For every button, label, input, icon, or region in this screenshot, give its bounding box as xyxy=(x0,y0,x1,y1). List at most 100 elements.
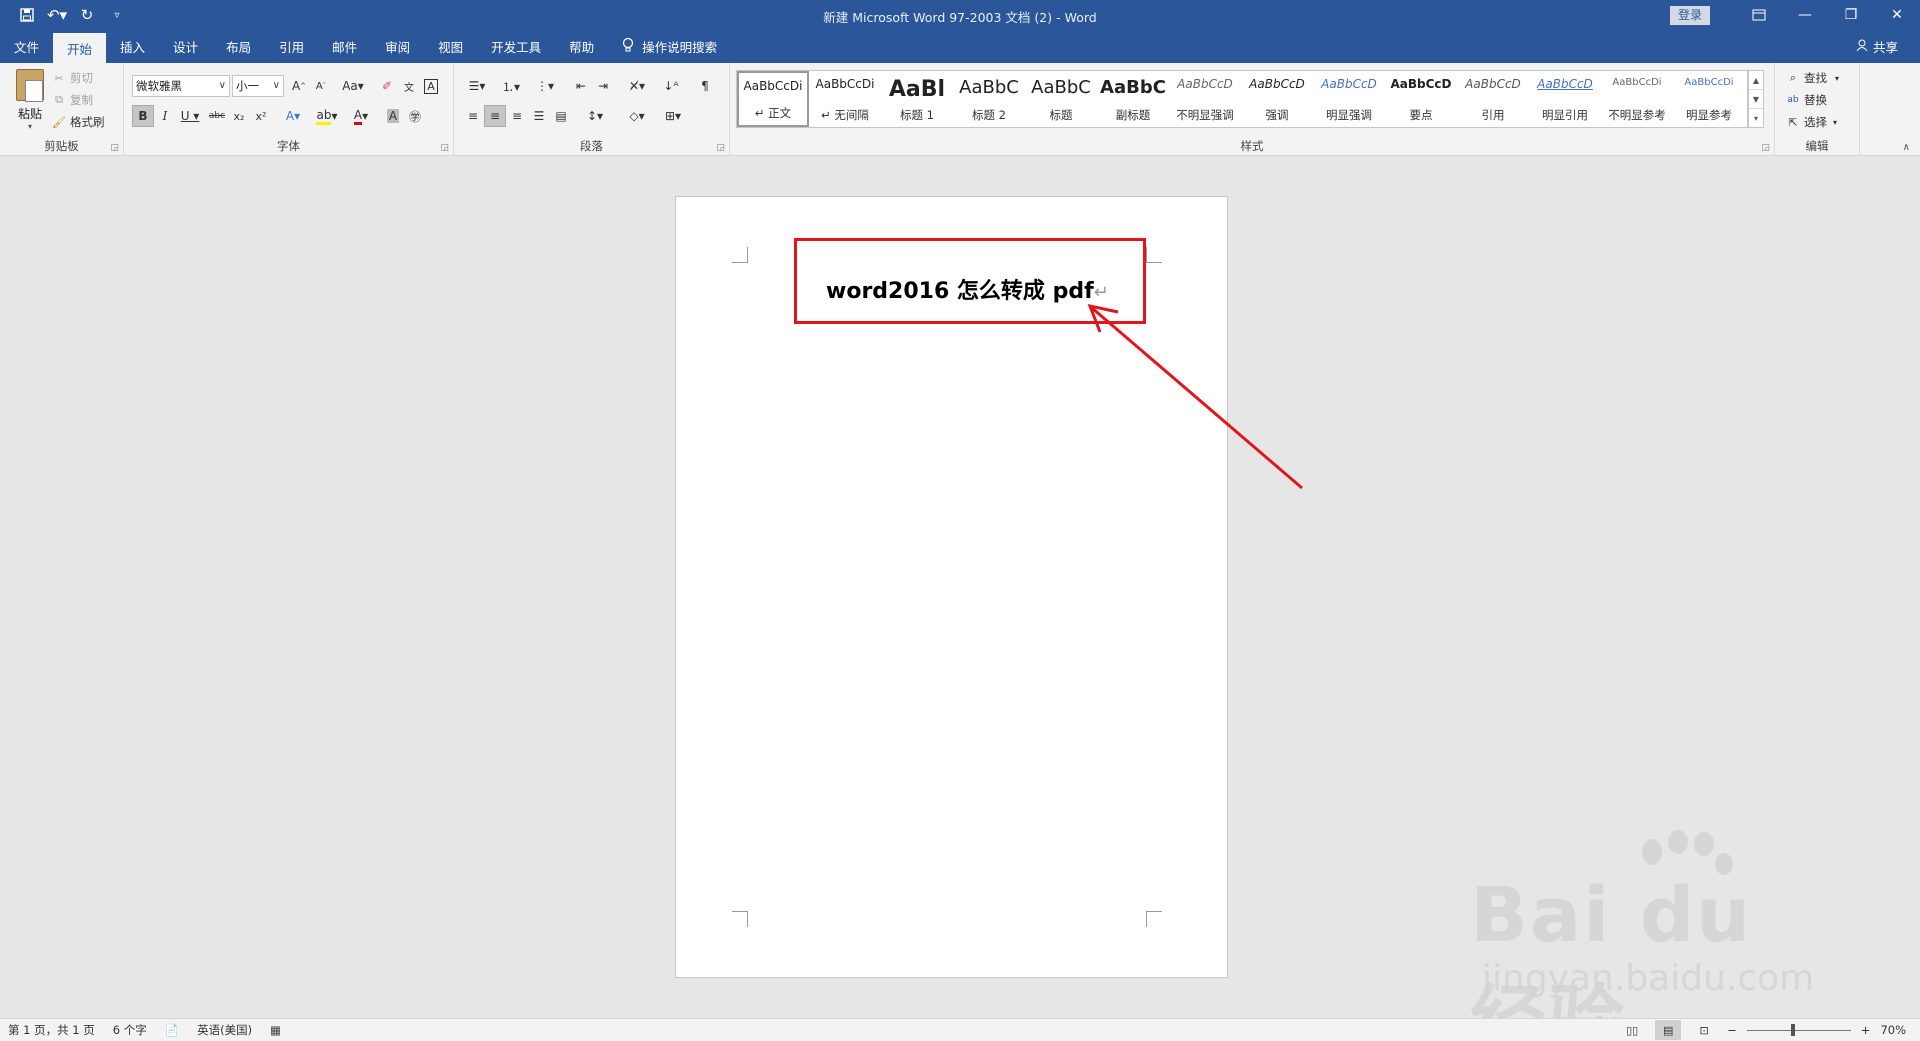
style-intense-quote[interactable]: AaBbCcD 明显引用 xyxy=(1529,71,1601,127)
tab-view[interactable]: 视图 xyxy=(424,30,477,63)
page-count[interactable]: 第 1 页，共 1 页 xyxy=(8,1022,95,1038)
asian-layout-icon[interactable]: ✕̸▾ xyxy=(622,75,652,97)
style-subtitle[interactable]: AaBbC 副标题 xyxy=(1097,71,1169,127)
tab-file[interactable]: 文件 xyxy=(0,30,53,63)
align-center-icon[interactable]: ≡ xyxy=(484,105,506,127)
character-shading-icon[interactable]: A xyxy=(382,105,404,127)
font-color-icon[interactable]: A ▾ xyxy=(346,105,376,127)
style-emphasis[interactable]: AaBbCcD 强调 xyxy=(1241,71,1313,127)
redo-icon[interactable]: ↻ xyxy=(74,2,100,28)
close-icon[interactable]: ✕ xyxy=(1874,0,1920,30)
style-quote[interactable]: AaBbCcD 引用 xyxy=(1457,71,1529,127)
restore-icon[interactable]: ❐ xyxy=(1828,0,1874,30)
web-layout-icon[interactable]: ⊡ xyxy=(1691,1020,1717,1040)
select-button[interactable]: ⇱ 选择 ▾ xyxy=(1786,113,1839,131)
tab-design[interactable]: 设计 xyxy=(159,30,212,63)
cut-button[interactable]: ✂ 剪切 xyxy=(52,69,105,87)
read-mode-icon[interactable]: ▯▯ xyxy=(1619,1020,1645,1040)
paste-button[interactable]: 粘贴 ▾ xyxy=(10,69,50,131)
customize-qat-icon[interactable]: ▿ xyxy=(104,2,130,28)
numbering-icon[interactable]: ⒈▾ xyxy=(496,75,526,97)
paste-dropdown-icon[interactable]: ▾ xyxy=(10,122,50,131)
font-name-combo[interactable]: 微软雅黑 ∨ xyxy=(132,75,230,97)
login-button[interactable]: 登录 xyxy=(1669,5,1710,25)
format-painter-button[interactable]: 🖌 格式刷 xyxy=(52,113,104,131)
zoom-slider-thumb[interactable] xyxy=(1790,1023,1795,1036)
tab-developer[interactable]: 开发工具 xyxy=(477,30,555,63)
strikethrough-button[interactable]: abc xyxy=(206,105,228,127)
style-heading-2[interactable]: AaBbC 标题 2 xyxy=(953,71,1025,127)
print-layout-icon[interactable]: ▤ xyxy=(1655,1020,1682,1040)
shrink-font-icon[interactable]: Aˇ xyxy=(310,75,332,97)
borders-icon[interactable]: ⊞▾ xyxy=(658,105,688,127)
decrease-indent-icon[interactable]: ⇤ xyxy=(570,75,592,97)
style-subtle-reference[interactable]: AaBbCcDi 不明显参考 xyxy=(1601,71,1673,127)
save-icon[interactable] xyxy=(14,2,40,28)
show-formatting-icon[interactable]: ¶ xyxy=(694,75,716,97)
text-effects-icon[interactable]: A▾ xyxy=(278,105,308,127)
change-case-icon[interactable]: Aa▾ xyxy=(338,75,368,97)
collapse-ribbon-icon[interactable]: ∧ xyxy=(1903,142,1910,153)
replace-button[interactable]: ab 替换 xyxy=(1786,91,1839,109)
language-indicator[interactable]: 英语(美国) xyxy=(197,1022,252,1038)
zoom-slider[interactable] xyxy=(1746,1023,1851,1036)
tab-layout[interactable]: 布局 xyxy=(212,30,265,63)
distributed-icon[interactable]: ▤ xyxy=(550,105,572,127)
bullets-icon[interactable]: ☰▾ xyxy=(462,75,492,97)
increase-indent-icon[interactable]: ⇥ xyxy=(592,75,614,97)
sort-icon[interactable]: ↓ᴬ xyxy=(660,75,682,97)
tab-help[interactable]: 帮助 xyxy=(555,30,608,63)
clear-formatting-icon[interactable]: ✐ xyxy=(376,75,398,97)
copy-button[interactable]: ⧉ 复制 xyxy=(52,91,105,109)
style-strong[interactable]: AaBbCcD 要点 xyxy=(1385,71,1457,127)
line-spacing-icon[interactable]: ↕▾ xyxy=(580,105,610,127)
shading-icon[interactable]: ◇▾ xyxy=(622,105,652,127)
tell-me-search[interactable]: 操作说明搜索 xyxy=(608,30,717,63)
font-size-combo[interactable]: 小一 ∨ xyxy=(232,75,284,97)
multilevel-list-icon[interactable]: ⋮▾ xyxy=(530,75,560,97)
justify-icon[interactable]: ☰ xyxy=(528,105,550,127)
zoom-level[interactable]: 70% xyxy=(1880,1023,1906,1037)
share-button[interactable]: 共享 xyxy=(1856,30,1898,63)
style-title[interactable]: AaBbC 标题 xyxy=(1025,71,1097,127)
highlight-color-icon[interactable]: ab ▾ xyxy=(312,105,342,127)
grow-font-icon[interactable]: A ^ xyxy=(288,75,310,97)
superscript-button[interactable]: x² xyxy=(250,105,272,127)
find-button[interactable]: ⌕ 查找 ▾ xyxy=(1786,69,1839,87)
style-subtle-emphasis[interactable]: AaBbCcD 不明显强调 xyxy=(1169,71,1241,127)
align-left-icon[interactable]: ≡ xyxy=(462,105,484,127)
style-intense-reference[interactable]: AaBbCcDi 明显参考 xyxy=(1673,71,1745,127)
italic-button[interactable]: I xyxy=(154,105,176,127)
paragraph-launcher-icon[interactable]: ◲ xyxy=(716,143,725,153)
tab-home[interactable]: 开始 xyxy=(53,33,107,63)
tab-insert[interactable]: 插入 xyxy=(106,30,159,63)
tab-review[interactable]: 审阅 xyxy=(371,30,424,63)
ribbon-display-options-icon[interactable] xyxy=(1736,0,1782,30)
character-border-icon[interactable]: A xyxy=(420,75,442,97)
font-launcher-icon[interactable]: ◲ xyxy=(440,143,449,153)
tab-references[interactable]: 引用 xyxy=(265,30,318,63)
macro-icon[interactable]: ▦ xyxy=(270,1023,281,1037)
enclose-characters-icon[interactable]: ㊫ xyxy=(404,105,426,127)
tab-mailings[interactable]: 邮件 xyxy=(318,30,371,63)
zoom-out-button[interactable]: − xyxy=(1727,1023,1737,1037)
zoom-in-button[interactable]: + xyxy=(1861,1023,1871,1037)
gallery-more-icon[interactable]: ▾ xyxy=(1749,109,1763,127)
styles-launcher-icon[interactable]: ◲ xyxy=(1761,143,1770,153)
minimize-icon[interactable]: — xyxy=(1782,0,1828,30)
word-count[interactable]: 6 个字 xyxy=(113,1022,147,1038)
bold-button[interactable]: B xyxy=(132,105,154,127)
align-right-icon[interactable]: ≡ xyxy=(506,105,528,127)
style-no-spacing[interactable]: AaBbCcDi ↵ 无间隔 xyxy=(809,71,881,127)
gallery-down-icon[interactable]: ▼ xyxy=(1749,90,1763,109)
subscript-button[interactable]: x₂ xyxy=(228,105,250,127)
clipboard-launcher-icon[interactable]: ◲ xyxy=(110,143,119,153)
style-intense-emphasis[interactable]: AaBbCcD 明显强调 xyxy=(1313,71,1385,127)
style-normal[interactable]: AaBbCcDi ↵ 正文 xyxy=(737,71,809,127)
style-heading-1[interactable]: AaBl 标题 1 xyxy=(881,71,953,127)
proofing-icon[interactable]: 📄 xyxy=(165,1023,179,1037)
undo-icon[interactable]: ↶▾ xyxy=(44,2,70,28)
gallery-up-icon[interactable]: ▲ xyxy=(1749,71,1763,90)
underline-button[interactable]: U ▾ xyxy=(176,105,204,127)
phonetic-guide-icon[interactable]: 文 xyxy=(398,75,420,97)
